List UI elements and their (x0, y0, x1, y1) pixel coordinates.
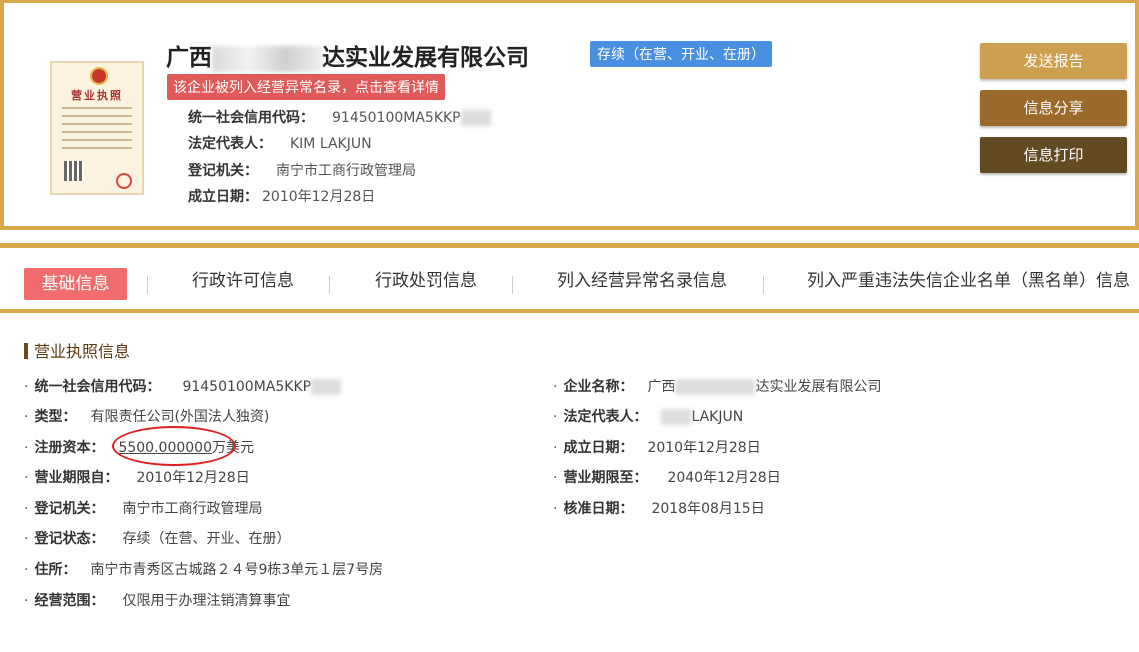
redacted-blur (311, 379, 342, 395)
field-term-to: · 营业期限至： 2040年12月28日 (553, 470, 781, 486)
send-report-button[interactable]: 发送报告 (980, 43, 1127, 79)
tab-admin-penalty[interactable]: 行政处罚信息 (375, 266, 477, 291)
field-company-name: · 企业名称： 广西 达实业发展有限公司 (553, 379, 882, 395)
section-title: 营业执照信息 (24, 338, 130, 362)
established-date-row: 成立日期： 2010年12月28日 (188, 189, 376, 205)
status-badge: 存续（在营、开业、在册） (590, 41, 772, 67)
field-registration-status: · 登记状态： 存续（在营、开业、在册） (24, 531, 291, 547)
field-term-from: · 营业期限自： 2010年12月28日 (24, 470, 250, 486)
tab-divider (512, 276, 513, 294)
tab-abnormal-list[interactable]: 列入经营异常名录信息 (557, 266, 727, 291)
license-text-lines (62, 107, 132, 155)
national-emblem-icon (90, 67, 108, 85)
business-license-image[interactable]: 营业执照 (50, 61, 144, 195)
field-established-date: · 成立日期： 2010年12月28日 (553, 440, 761, 456)
field-registration-authority: · 登记机关： 南宁市工商行政管理局 (24, 501, 263, 517)
field-address: · 住所： 南宁市青秀区古城路２４号9栋3单元１层7号房 (24, 562, 384, 578)
company-header-card: 营业执照 (0, 0, 1139, 230)
redacted-blur (212, 45, 322, 72)
qr-code-icon (64, 161, 84, 181)
redacted-blur (675, 379, 756, 395)
tab-admin-license[interactable]: 行政许可信息 (192, 266, 294, 291)
redacted-blur (661, 409, 692, 425)
field-credit-code: · 统一社会信用代码： 91450100MA5KKP (24, 376, 342, 396)
field-approval-date: · 核准日期： 2018年08月15日 (553, 501, 765, 517)
abnormal-list-notice[interactable]: 该企业被列入经营异常名录，点击查看详情 (167, 74, 445, 100)
official-seal-icon (116, 173, 132, 189)
tab-divider (147, 276, 148, 294)
credit-code-row: 统一社会信用代码： 91450100MA5KKP (188, 107, 491, 127)
tab-divider (329, 276, 330, 294)
field-business-scope: · 经营范围： 仅限用于办理注销清算事宜 (24, 593, 291, 609)
company-name: 广西 达实业发展有限公司 (166, 45, 529, 72)
tab-blacklist[interactable]: 列入严重违法失信企业名单（黑名单）信息 (807, 266, 1130, 291)
tab-basic-info[interactable]: 基础信息 (24, 268, 127, 300)
field-legal-rep: · 法定代表人： LAKJUN (553, 409, 744, 425)
legal-rep-row: 法定代表人： KIM LAKJUN (188, 136, 372, 152)
license-title: 营业执照 (71, 89, 123, 102)
redacted-blur (460, 110, 491, 126)
highlight-circle-annotation (112, 426, 236, 466)
info-tabs-bar: 基础信息 行政许可信息 行政处罚信息 列入经营异常名录信息 列入严重违法失信企业… (0, 243, 1139, 313)
share-info-button[interactable]: 信息分享 (980, 90, 1127, 126)
field-type: · 类型： 有限责任公司(外国法人独资) (24, 409, 270, 425)
tab-divider (763, 276, 764, 294)
registration-authority-row: 登记机关： 南宁市工商行政管理局 (188, 163, 416, 179)
print-info-button[interactable]: 信息打印 (980, 137, 1127, 173)
